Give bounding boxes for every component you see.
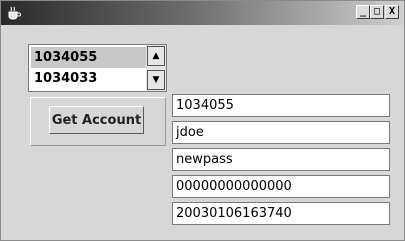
- password-field[interactable]: newpass: [172, 148, 390, 171]
- timestamp-field-2[interactable]: 20030106163740: [172, 202, 390, 225]
- title-bar[interactable]: _ □ X: [1, 1, 404, 25]
- timestamp-field-1[interactable]: 00000000000000: [172, 175, 390, 198]
- account-list[interactable]: 1034055 1034033 ▲ ▼: [28, 44, 167, 92]
- close-button[interactable]: X: [385, 5, 399, 19]
- list-item[interactable]: 1034055: [31, 47, 146, 68]
- scroll-down-icon[interactable]: ▼: [147, 70, 165, 90]
- scroll-up-icon[interactable]: ▲: [147, 46, 165, 66]
- account-id-field[interactable]: 1034055: [172, 94, 390, 117]
- coffee-cup-app-icon: [8, 6, 21, 20]
- username-field[interactable]: jdoe: [172, 121, 390, 144]
- list-scrollbar[interactable]: ▲ ▼: [146, 45, 166, 91]
- minimize-button[interactable]: _: [356, 5, 370, 19]
- maximize-button[interactable]: □: [370, 5, 384, 19]
- get-account-button[interactable]: Get Account: [49, 106, 144, 134]
- app-window: _ □ X 1034055 1034033 ▲ ▼ Get Account 10…: [0, 0, 405, 241]
- button-panel: Get Account: [30, 97, 166, 146]
- list-item[interactable]: 1034033: [31, 68, 146, 89]
